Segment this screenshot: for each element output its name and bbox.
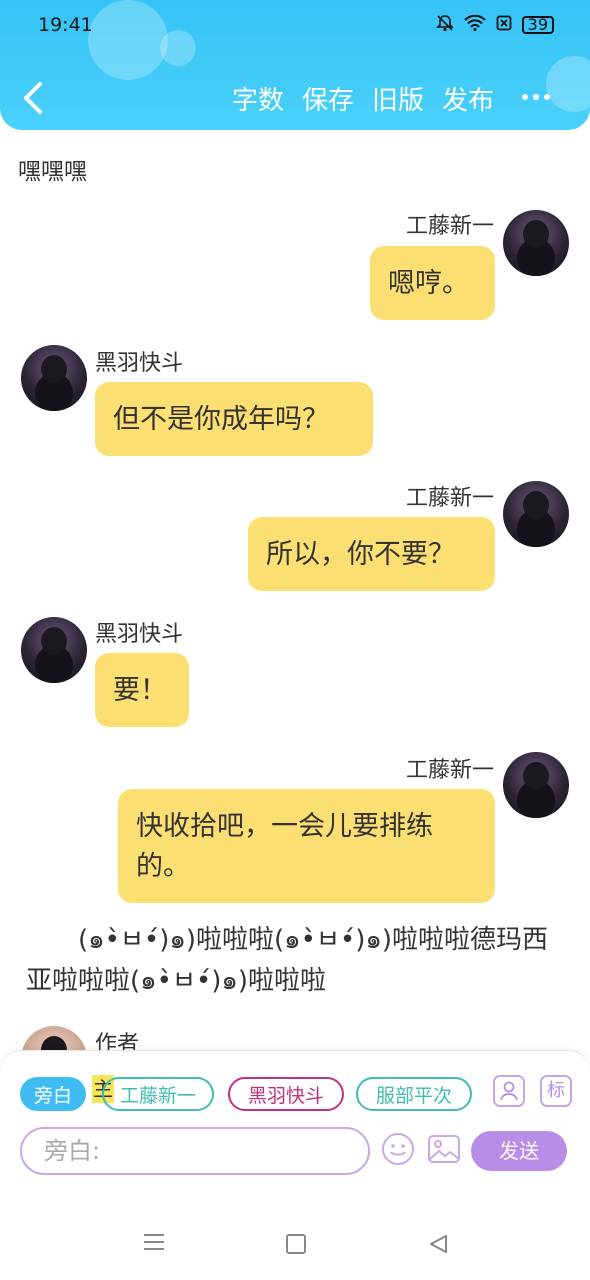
save-button[interactable]: 保存 [302,80,354,117]
sender-name: 黑羽快斗 [95,351,184,376]
menu-icon[interactable] [144,1232,164,1256]
wifi-icon [463,14,486,35]
role-chip-narration[interactable]: 旁白 [20,1077,86,1111]
message-bubble[interactable]: 要！ [95,653,189,727]
system-nav-bar [0,1210,590,1280]
chat-content[interactable]: 嘿嘿嘿 工藤新一 嗯哼。 黑羽快斗 但不是你成年吗？ 工藤新一 所以，你不要？ … [0,140,590,1050]
message-bubble[interactable]: 但不是你成年吗？ [95,382,373,456]
image-button[interactable] [426,1131,462,1167]
avatar-kudo[interactable] [503,752,569,818]
decor-bubble [546,56,590,112]
message-bubble[interactable]: 快收拾吧，一会儿要排练的。 [118,789,495,903]
word-count-button[interactable]: 字数 [232,80,284,117]
emoji-button[interactable] [380,1131,416,1167]
role-chip-kudo[interactable]: 工藤新一 [102,1077,214,1111]
smile-icon [382,1133,414,1165]
message-bubble[interactable]: 嗯哼。 [370,246,495,320]
image-icon [428,1135,460,1163]
decor-bubble [160,30,196,66]
chevron-left-icon [24,82,42,114]
sim-off-icon [496,15,512,35]
old-version-button[interactable]: 旧版 [372,80,424,117]
tag-button[interactable]: 标 [540,1075,572,1107]
back-button[interactable] [20,78,48,118]
sender-name: 工藤新一 [405,758,494,783]
status-icons: 39 [435,14,554,36]
character-manage-button[interactable] [493,1075,525,1107]
status-time: 19:41 [38,14,93,36]
narration-text: 嘿嘿嘿 [18,159,87,185]
message-input[interactable]: 旁白: [20,1127,370,1175]
publish-button[interactable]: 发布 [442,80,494,117]
avatar-author[interactable] [21,1026,87,1050]
home-icon[interactable] [286,1234,306,1254]
sender-name: 工藤新一 [405,214,494,239]
avatar-kudo[interactable] [503,210,569,276]
more-options-button[interactable] [522,94,550,100]
sender-name: 作者 [95,1032,140,1050]
message-bubble[interactable]: 所以，你不要？ [248,517,495,591]
sender-name: 黑羽快斗 [95,622,184,647]
decor-bubble [88,0,168,80]
role-chip-heiji[interactable]: 服部平次 [356,1077,472,1111]
person-icon [500,1081,518,1101]
narration-text: (๑•̀ㅂ•́)๑)啦啦啦(๑•̀ㅂ•́)๑)啦啦啦德玛西亚啦啦啦(๑•̀ㅂ•́… [26,925,549,996]
header-actions: 字数 保存 旧版 发布 [232,80,494,117]
avatar-kaito[interactable] [21,345,87,411]
battery-indicator: 39 [521,16,554,34]
avatar-kudo[interactable] [503,481,569,547]
role-chip-kaito[interactable]: 黑羽快斗 [228,1077,344,1111]
composer-panel: 旁白 主 工藤新一 黑羽快斗 服部平次 标 旁白: 发送 [0,1050,590,1211]
avatar-kaito[interactable] [21,617,87,683]
back-triangle-icon[interactable] [428,1234,448,1258]
sender-name: 工藤新一 [405,486,494,511]
send-button[interactable]: 发送 [471,1131,567,1171]
mute-bell-icon [435,14,454,36]
top-header: 19:41 39 字数 保存 旧版 发布 [0,0,590,130]
